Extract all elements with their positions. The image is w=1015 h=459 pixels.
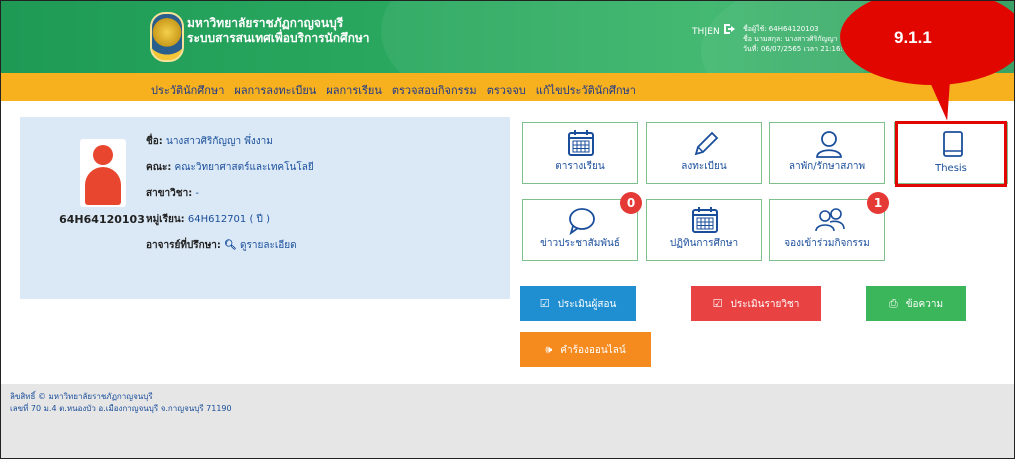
pencil-icon (694, 131, 719, 156)
tile-register[interactable]: ลงทะเบียน (646, 122, 762, 184)
online-complaint-button[interactable]: 🕪︎ คำร้องออนไลน์ (520, 332, 651, 367)
menu-item-profile[interactable]: ประวัตินักศึกษา (151, 81, 224, 99)
news-count-badge: 0 (620, 192, 642, 214)
footer: ลิขสิทธิ์ © มหาวิทยาลัยราชภัฏกาญจนบุรี เ… (1, 384, 1014, 458)
checklist-icon: ☑ (539, 297, 550, 310)
language-switch[interactable]: TH|EN (692, 27, 720, 37)
app-frame: มหาวิทยาลัยราชภัฏกาญจนบุรี ระบบสารสนเทศเ… (0, 0, 1015, 459)
field-advisor: อาจารย์ที่ปรึกษา: 🔍︎ ดูรายละเอียด (146, 240, 297, 251)
tile-academic-calendar-label: ปฏิทินการศึกษา (669, 238, 739, 249)
student-id: 64H64120103 (59, 213, 145, 226)
calendar-icon (568, 130, 594, 156)
menu-item-grades[interactable]: ผลการเรียน (326, 81, 382, 99)
user-name-text: ชื่อ นามสกุล: นางสาวศิริกัญญา พ (743, 35, 845, 43)
university-name: มหาวิทยาลัยราชภัฏกาญจนบุรี (187, 16, 344, 30)
student-profile-card: 64H64120103 ชื่อ: นางสาวศิริกัญญา พึ่งงา… (20, 117, 510, 299)
profile-fields: ชื่อ: นางสาวศิริกัญญา พึ่งงาม คณะ: คณะวิ… (146, 135, 314, 265)
tile-register-label: ลงทะเบียน (681, 161, 727, 172)
evaluate-teacher-button[interactable]: ☑ ประเมินผู้สอน (520, 286, 636, 321)
main-menu: ประวัตินักศึกษา ผลการลงทะเบียน ผลการเรีย… (1, 73, 1014, 101)
user-icon (816, 131, 842, 158)
menu-item-check-activity[interactable]: ตรวจสอบกิจกรรม (392, 81, 477, 99)
tile-schedule[interactable]: ตารางเรียน (522, 122, 638, 184)
printer-icon: ⎙ (888, 297, 898, 310)
checklist-icon: ☑ (712, 297, 723, 310)
tile-schedule-label: ตารางเรียน (555, 161, 605, 172)
logout-icon[interactable] (723, 22, 737, 36)
menu-item-edit-profile[interactable]: แก้ไขประวัตินักศึกษา (536, 81, 636, 99)
menu-item-graduation-check[interactable]: ตรวจจบ (487, 81, 526, 99)
users-icon (815, 208, 845, 232)
tile-activity-booking-label: จองเข้าร่วมกิจกรรม (784, 238, 870, 249)
field-name: ชื่อ: นางสาวศิริกัญญา พึ่งงาม (146, 136, 273, 147)
tile-news-label: ข่าวประชาสัมพันธ์ (540, 238, 620, 249)
activity-count-badge: 1 (867, 192, 889, 214)
address-text: เลขที่ 70 ม.4 ต.หนองบัว อ.เมืองกาญจนบุรี… (10, 404, 232, 413)
user-id-text: ชื่อผู้ใช้: 64H64120103 (743, 25, 819, 33)
field-major: สาขาวิชา: - (146, 188, 199, 199)
menu-item-registration-result[interactable]: ผลการลงทะเบียน (234, 81, 316, 99)
avatar (80, 139, 126, 207)
megaphone-icon: 🕪︎ (545, 343, 553, 356)
university-logo (150, 12, 184, 62)
search-icon[interactable]: 🔍︎ (224, 240, 237, 251)
thesis-highlight-box (895, 121, 1007, 187)
system-name: ระบบสารสนเทศเพื่อบริการนักศึกษา (187, 31, 370, 45)
user-info: ชื่อผู้ใช้: 64H64120103 ชื่อ นามสกุล: นา… (743, 24, 847, 54)
message-button[interactable]: ⎙ ข้อความ (866, 286, 966, 321)
tile-academic-calendar[interactable]: ปฏิทินการศึกษา (646, 199, 762, 261)
evaluate-course-button[interactable]: ☑ ประเมินรายวิชา (691, 286, 821, 321)
calendar-icon (692, 207, 718, 233)
login-date-text: วันที่: 06/07/2565 เวลา 21:16:0 (743, 45, 848, 53)
tile-leave[interactable]: ลาพัก/รักษาสภาพ (769, 122, 885, 184)
advisor-details-link[interactable]: ดูรายละเอียด (240, 240, 297, 251)
annotation-label: 9.1.1 (894, 28, 932, 47)
field-group: หมู่เรียน: 64H612701 ( ปี ) (146, 214, 270, 225)
field-faculty: คณะ: คณะวิทยาศาสตร์และเทคโนโลยี (146, 162, 314, 173)
tile-leave-label: ลาพัก/รักษาสภาพ (788, 161, 866, 172)
speech-bubble-icon (569, 208, 595, 236)
